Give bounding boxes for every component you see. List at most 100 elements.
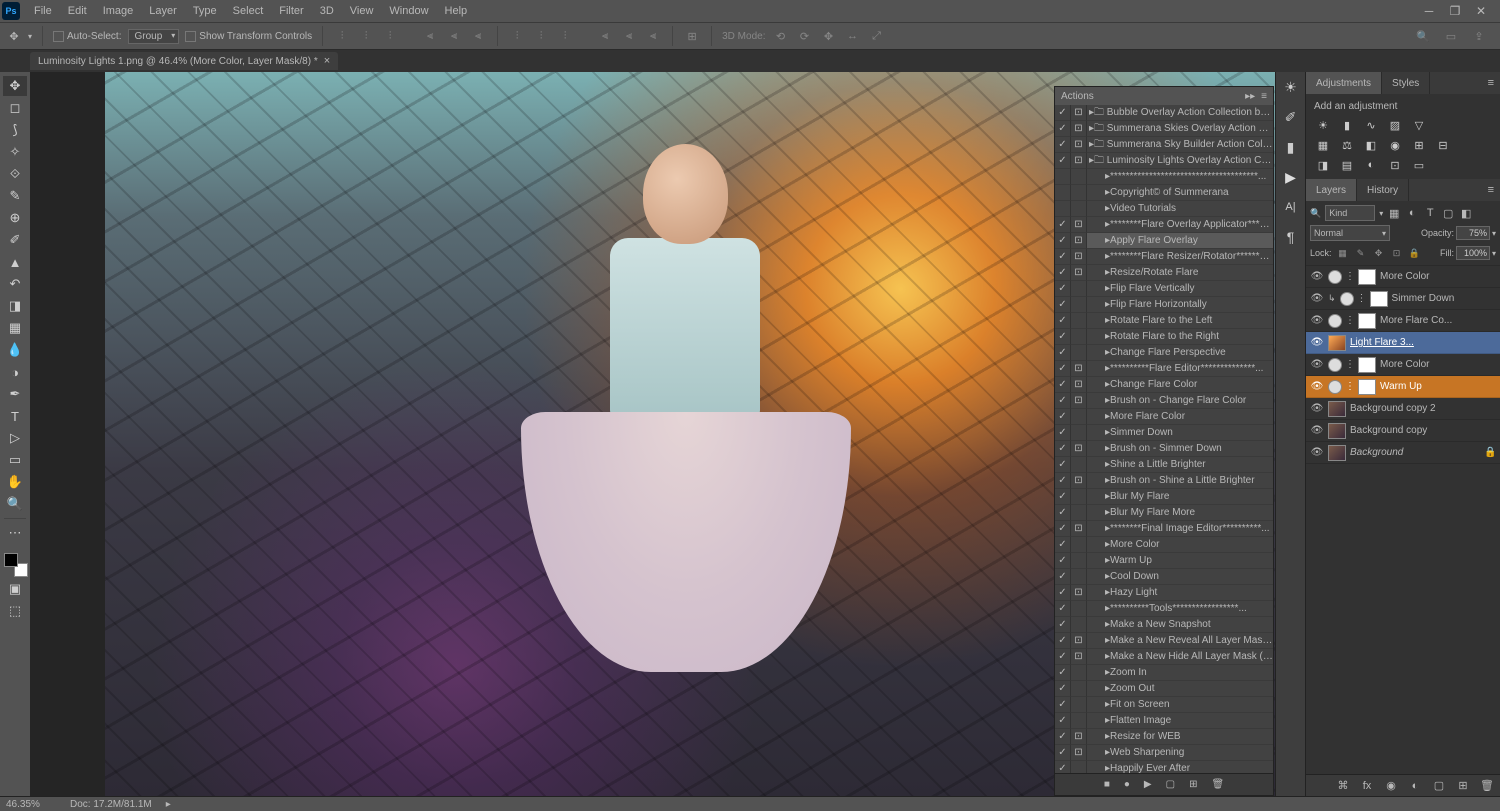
align-bottom-icon[interactable]: ⫶ [381, 27, 399, 45]
action-item[interactable]: ✓▸Zoom In [1055, 665, 1273, 681]
action-item[interactable]: ✓⊡▸Resize for WEB [1055, 729, 1273, 745]
action-item[interactable]: ✓▸Rotate Flare to the Right [1055, 329, 1273, 345]
lasso-tool[interactable]: ⟆ [3, 120, 27, 140]
layer-row[interactable]: 👁⋮More Color [1306, 266, 1500, 288]
adjustments-tab[interactable]: Adjustments [1306, 72, 1382, 94]
distribute-icon-6[interactable]: ⫷ [644, 27, 662, 45]
eyedropper-tool[interactable]: ✎ [3, 186, 27, 206]
action-item[interactable]: ✓⊡▸Change Flare Color [1055, 377, 1273, 393]
action-record-icon[interactable]: ● [1124, 779, 1130, 790]
show-transform-checkbox[interactable]: Show Transform Controls [185, 31, 312, 42]
action-item[interactable]: ✓▸Rotate Flare to the Left [1055, 313, 1273, 329]
menu-file[interactable]: File [26, 0, 60, 22]
action-item[interactable]: ✓⊡▸Apply Flare Overlay [1055, 233, 1273, 249]
adj-colorlookup-icon[interactable]: ⊟ [1434, 137, 1452, 153]
adj-hue-icon[interactable]: ▦ [1314, 137, 1332, 153]
adj-photofilter-icon[interactable]: ◉ [1386, 137, 1404, 153]
visibility-icon[interactable]: 👁 [1310, 271, 1324, 282]
adj-invert-icon[interactable]: ◨ [1314, 157, 1332, 173]
visibility-icon[interactable]: 👁 [1310, 447, 1324, 458]
visibility-icon[interactable]: 👁 [1310, 359, 1324, 370]
visibility-icon[interactable]: 👁 [1310, 425, 1324, 436]
lock-all-icon[interactable]: 🔒 [1408, 246, 1422, 260]
quickmask-icon[interactable]: ▣ [3, 579, 27, 599]
maximize-button[interactable]: ❐ [1448, 4, 1462, 18]
adj-bw-icon[interactable]: ◧ [1362, 137, 1380, 153]
new-fill-icon[interactable]: ◐ [1408, 779, 1422, 793]
action-item[interactable]: ✓▸Blur My Flare More [1055, 505, 1273, 521]
action-item[interactable]: ✓▸Flip Flare Vertically [1055, 281, 1273, 297]
action-item[interactable]: ✓▸More Color [1055, 537, 1273, 553]
screenmode-icon[interactable]: ⬚ [3, 601, 27, 621]
collapsed-color-icon[interactable]: ☀ [1280, 76, 1302, 98]
layer-row[interactable]: 👁Background copy [1306, 420, 1500, 442]
type-tool[interactable]: T [3, 406, 27, 426]
adj-posterize-icon[interactable]: ▤ [1338, 157, 1356, 173]
zoom-tool[interactable]: 🔍 [3, 494, 27, 514]
action-item[interactable]: ✓⊡▸Make a New Reveal All Layer Mask (W..… [1055, 633, 1273, 649]
adj-threshold-icon[interactable]: ◐ [1362, 157, 1380, 173]
collapsed-para-icon[interactable]: ¶ [1280, 226, 1302, 248]
action-item[interactable]: ✓▸Warm Up [1055, 553, 1273, 569]
healing-brush-tool[interactable]: ⊕ [3, 208, 27, 228]
filter-shape-icon[interactable]: ▢ [1441, 206, 1455, 220]
action-item[interactable]: ✓⊡▸Brush on - Simmer Down [1055, 441, 1273, 457]
visibility-icon[interactable]: 👁 [1310, 293, 1324, 304]
action-set[interactable]: ✓⊡▸🗀 Summerana Sky Builder Action Collec… [1055, 137, 1273, 153]
filter-smart-icon[interactable]: ◧ [1459, 206, 1473, 220]
share-icon[interactable]: ⇪ [1470, 27, 1488, 45]
action-item[interactable]: ▸**************************************.… [1055, 169, 1273, 185]
zoom-level[interactable]: 46.35% [6, 799, 56, 810]
new-layer-icon[interactable]: ⊞ [1456, 779, 1470, 793]
filter-pixel-icon[interactable]: ▦ [1387, 206, 1401, 220]
action-item[interactable]: ▸Copyright© of Summerana [1055, 185, 1273, 201]
action-item[interactable]: ✓▸Cool Down [1055, 569, 1273, 585]
action-set[interactable]: ✓⊡▸🗀 Bubble Overlay Action Collection by… [1055, 105, 1273, 121]
menu-filter[interactable]: Filter [271, 0, 311, 22]
distribute-icon-3[interactable]: ⫶ [556, 27, 574, 45]
align-right-icon[interactable]: ⫷ [469, 27, 487, 45]
adj-selective-icon[interactable]: ⊡ [1386, 157, 1404, 173]
action-set[interactable]: ✓⊡▸🗀 Summerana Skies Overlay Action Coll… [1055, 121, 1273, 137]
action-item[interactable]: ✓▸Simmer Down [1055, 425, 1273, 441]
action-delete-icon[interactable]: 🗑 [1211, 779, 1224, 790]
action-item[interactable]: ✓⊡▸********Flare Overlay Applicator*****… [1055, 217, 1273, 233]
adj-levels-icon[interactable]: ▮ [1338, 117, 1356, 133]
blend-mode-dropdown[interactable]: Normal [1310, 225, 1390, 241]
layer-row[interactable]: 👁⋮More Color [1306, 354, 1500, 376]
visibility-icon[interactable]: 👁 [1310, 403, 1324, 414]
visibility-icon[interactable]: 👁 [1310, 315, 1324, 326]
edit-toolbar-icon[interactable]: ⋯ [3, 523, 27, 543]
action-item[interactable]: ✓▸Fit on Screen [1055, 697, 1273, 713]
styles-tab[interactable]: Styles [1382, 72, 1430, 94]
crop-tool[interactable]: ⟐ [3, 164, 27, 184]
adj-colorbal-icon[interactable]: ⚖ [1338, 137, 1356, 153]
layer-row[interactable]: 👁⋮More Flare Co... [1306, 310, 1500, 332]
gradient-tool[interactable]: ▦ [3, 318, 27, 338]
action-item[interactable]: ✓▸Zoom Out [1055, 681, 1273, 697]
brush-tool[interactable]: ✐ [3, 230, 27, 250]
action-item[interactable]: ✓⊡▸Make a New Hide All Layer Mask (Black… [1055, 649, 1273, 665]
action-item[interactable]: ✓⊡▸Brush on - Change Flare Color [1055, 393, 1273, 409]
doc-size[interactable]: Doc: 17.2M/81.1M [70, 799, 152, 810]
magic-wand-tool[interactable]: ✧ [3, 142, 27, 162]
layer-row[interactable]: 👁Light Flare 3... [1306, 332, 1500, 354]
minimize-button[interactable]: ─ [1422, 4, 1436, 18]
filter-type-icon[interactable]: T [1423, 206, 1437, 220]
panel-menu-icon[interactable]: ≡ [1482, 77, 1500, 89]
adj-brightness-icon[interactable]: ☀ [1314, 117, 1332, 133]
layers-menu-icon[interactable]: ≡ [1482, 184, 1500, 196]
menu-view[interactable]: View [342, 0, 382, 22]
foreground-color[interactable] [4, 553, 18, 567]
action-item[interactable]: ✓▸Flip Flare Horizontally [1055, 297, 1273, 313]
eraser-tool[interactable]: ◨ [3, 296, 27, 316]
action-item[interactable]: ✓▸Shine a Little Brighter [1055, 457, 1273, 473]
tab-close-icon[interactable]: × [324, 55, 330, 67]
action-item[interactable]: ✓▸Flatten Image [1055, 713, 1273, 729]
distribute-icon-5[interactable]: ⫷ [620, 27, 638, 45]
action-item[interactable]: ✓▸Make a New Snapshot [1055, 617, 1273, 633]
collapsed-histogram-icon[interactable]: ▮ [1280, 136, 1302, 158]
adj-curves-icon[interactable]: ∿ [1362, 117, 1380, 133]
layer-filter-kind[interactable]: Kind [1325, 205, 1375, 221]
dodge-tool[interactable]: ◑ [3, 362, 27, 382]
